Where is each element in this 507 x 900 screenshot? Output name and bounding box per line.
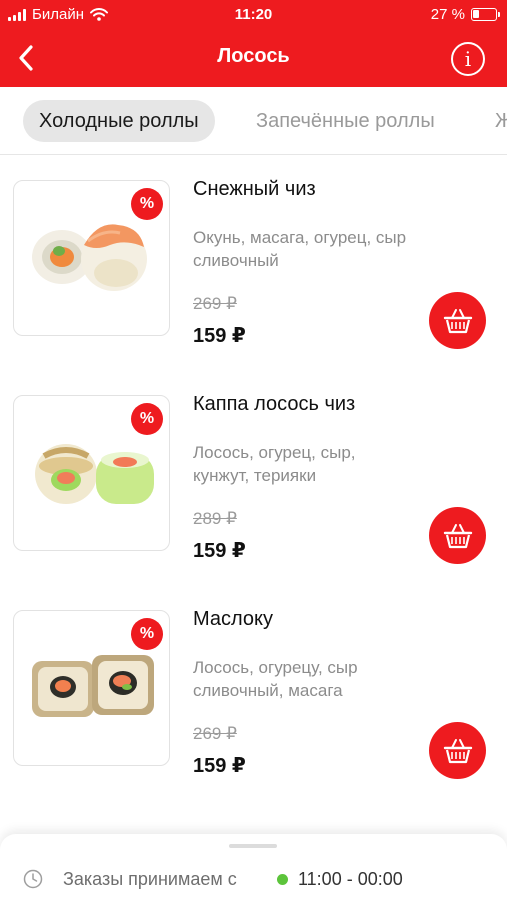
add-to-cart-button[interactable] [429,722,486,779]
product-description: Лосось, огурец, сыр, кунжут, терияки [193,443,356,485]
product-item: % Снежный чиз Окунь, масага, огурец, сыр… [0,156,507,366]
product-price: 159 ₽ [193,325,246,347]
open-status-dot [277,874,288,885]
basket-icon [443,738,472,763]
product-item: % Маслоку Лосось, огурецу, сыр сливочный… [0,586,507,796]
nav-bar: Лосось i [0,30,507,87]
product-price: 159 ₽ [193,540,246,562]
tab-next[interactable]: Ж [479,100,507,142]
product-item: % Каппа лосось чиз Лосось, огурец, сыр, … [0,371,507,581]
tab-baked-rolls[interactable]: Запечённые роллы [240,100,451,142]
product-description: Окунь, масага, огурец, сыр сливочный [193,228,407,270]
page-title: Лосось [217,45,290,67]
tab-cold-rolls[interactable]: Холодные роллы [23,100,215,142]
discount-badge: % [131,188,163,220]
clock-icon [23,869,43,889]
sheet-drag-handle[interactable] [229,844,277,848]
product-image[interactable]: % [13,180,170,336]
product-name[interactable]: Маслоку [193,608,273,631]
product-description: Лосось, огурецу, сыр сливочный, масага [193,658,358,700]
battery-icon [471,8,500,21]
product-old-price: 269 ₽ [193,724,237,743]
battery-fill [473,10,479,18]
product-old-price: 289 ₽ [193,509,237,528]
product-price: 159 ₽ [193,755,246,777]
product-name[interactable]: Снежный чиз [193,178,316,201]
add-to-cart-button[interactable] [429,507,486,564]
status-right: 27 % [430,6,500,23]
working-hours-sheet[interactable]: Заказы принимаем с 11:00 - 00:00 [0,834,507,900]
product-old-price: 269 ₽ [193,294,237,313]
discount-badge: % [131,403,163,435]
product-name[interactable]: Каппа лосось чиз [193,393,355,416]
working-hours-value: 11:00 - 00:00 [298,869,403,889]
product-image[interactable]: % [13,610,170,766]
working-hours-label: Заказы принимаем с [63,869,237,889]
basket-icon [443,308,472,333]
add-to-cart-button[interactable] [429,292,486,349]
category-tabs: Холодные роллы Запечённые роллы Ж [0,87,507,155]
screen: Билайн 11:20 27 % Лосось i Холодные ролл… [0,0,507,900]
basket-icon [443,523,472,548]
status-bar: Билайн 11:20 27 % [0,0,507,30]
battery-percent: 27 % [430,6,465,23]
discount-badge: % [131,618,163,650]
product-image[interactable]: % [13,395,170,551]
info-button[interactable]: i [451,42,485,76]
app-header: Билайн 11:20 27 % Лосось i [0,0,507,87]
info-icon: i [464,47,472,71]
